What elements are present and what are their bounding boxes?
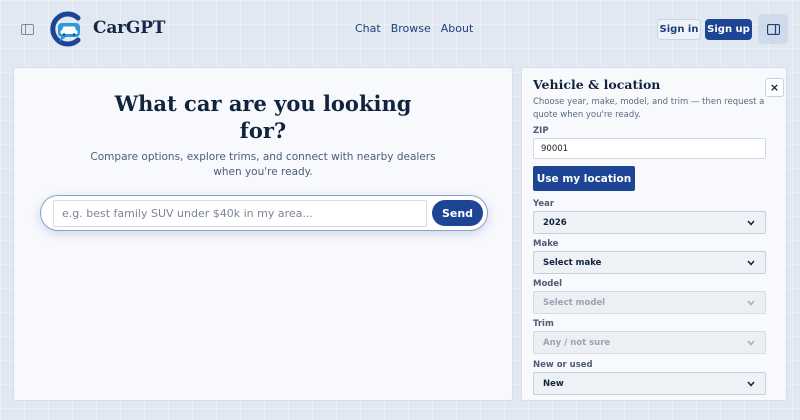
vehicle-location-panel: Vehicle & location × Choose year, make, … bbox=[521, 67, 787, 401]
nav-about[interactable]: About bbox=[441, 22, 474, 35]
make-select-value: Select make bbox=[543, 257, 602, 268]
chat-composer: Send bbox=[40, 195, 488, 231]
page-title: What car are you looking for? bbox=[114, 91, 412, 143]
send-button[interactable]: Send bbox=[432, 200, 483, 226]
year-select-value: 2026 bbox=[543, 217, 567, 228]
close-icon[interactable]: × bbox=[765, 78, 784, 97]
chevron-down-icon bbox=[746, 338, 756, 348]
make-label: Make bbox=[533, 239, 559, 249]
make-select[interactable]: Select make bbox=[533, 251, 766, 274]
nav-browse[interactable]: Browse bbox=[391, 22, 431, 35]
year-label: Year bbox=[533, 199, 555, 209]
zip-label: ZIP bbox=[533, 126, 549, 136]
trim-select-value: Any / not sure bbox=[543, 337, 611, 348]
model-label: Model bbox=[533, 279, 563, 289]
chevron-down-icon bbox=[746, 218, 756, 228]
panel-title: Vehicle & location bbox=[533, 77, 661, 92]
nav-chat[interactable]: Chat bbox=[355, 22, 381, 35]
cargpt-logo-icon[interactable] bbox=[49, 10, 85, 48]
chevron-down-icon bbox=[746, 298, 756, 308]
chat-card: What car are you looking for? Compare op… bbox=[13, 67, 513, 401]
sign-up-button[interactable]: Sign up bbox=[705, 19, 752, 40]
model-select-value: Select model bbox=[543, 297, 606, 308]
top-header: CarGPT Chat Browse About Sign in Sign up bbox=[0, 0, 800, 58]
zip-field[interactable] bbox=[533, 138, 766, 159]
trim-label: Trim bbox=[533, 319, 554, 329]
condition-select[interactable]: New bbox=[533, 372, 766, 395]
model-select[interactable]: Select model bbox=[533, 291, 766, 314]
chevron-down-icon bbox=[746, 379, 756, 389]
panel-description: Choose year, make, model, and trim — the… bbox=[533, 97, 765, 120]
condition-select-value: New bbox=[543, 378, 564, 389]
main-nav: Chat Browse About bbox=[355, 22, 473, 35]
condition-label: New or used bbox=[533, 360, 593, 370]
chevron-down-icon bbox=[746, 258, 756, 268]
trim-select[interactable]: Any / not sure bbox=[533, 331, 766, 354]
page-subtitle: Compare options, explore trims, and conn… bbox=[90, 151, 436, 178]
chat-input[interactable] bbox=[53, 200, 427, 227]
sign-in-button[interactable]: Sign in bbox=[657, 19, 701, 40]
year-select[interactable]: 2026 bbox=[533, 211, 766, 234]
panel-toggle-icon[interactable] bbox=[758, 14, 788, 44]
use-my-location-button[interactable]: Use my location bbox=[533, 166, 635, 191]
brand-name: CarGPT bbox=[93, 18, 166, 38]
sidebar-toggle-icon[interactable] bbox=[16, 20, 38, 38]
